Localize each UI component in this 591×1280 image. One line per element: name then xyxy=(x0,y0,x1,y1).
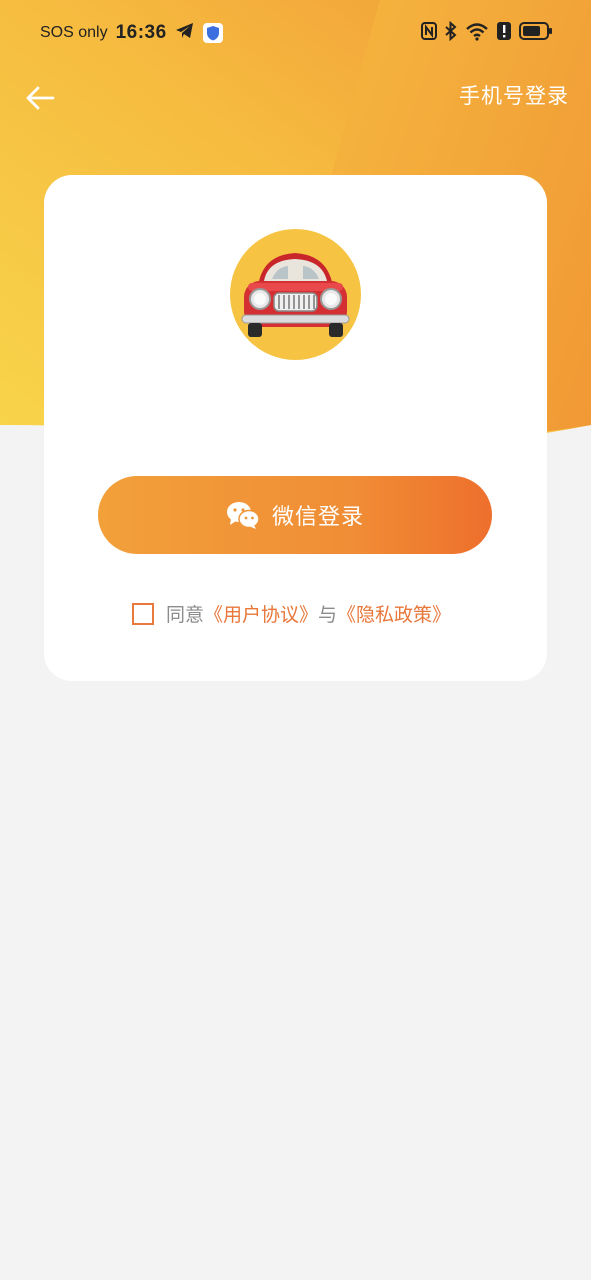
battery-icon xyxy=(519,22,553,44)
wechat-login-label: 微信登录 xyxy=(271,505,364,530)
carrier-text: SOS only xyxy=(40,24,108,41)
nfc-icon xyxy=(421,22,437,44)
agreement-row: 同意 《用户协议》 与 《隐私政策》 xyxy=(132,600,451,627)
status-bar: SOS only 16:36 xyxy=(0,0,591,66)
alert-icon xyxy=(497,22,511,44)
arrow-left-icon xyxy=(26,86,55,110)
status-right xyxy=(421,20,553,45)
agreement-prefix: 同意 xyxy=(166,604,205,626)
app-logo xyxy=(230,229,361,360)
back-button[interactable] xyxy=(22,80,58,116)
bluetooth-icon xyxy=(445,20,457,45)
clock: 16:36 xyxy=(115,22,167,43)
wechat-login-button[interactable]: 微信登录 xyxy=(98,476,492,554)
car-icon xyxy=(241,253,350,337)
privacy-policy-link[interactable]: 《隐私政策》 xyxy=(337,600,451,627)
shield-icon xyxy=(202,23,223,43)
agreement-conjunction: 与 xyxy=(318,604,338,626)
telegram-icon xyxy=(175,22,195,44)
login-card: 微信登录 同意 《用户协议》 与 《隐私政策》 xyxy=(44,175,547,681)
wechat-icon xyxy=(226,502,260,529)
wifi-icon xyxy=(465,21,489,45)
user-agreement-link[interactable]: 《用户协议》 xyxy=(204,600,318,627)
phone-login-link[interactable]: 手机号登录 xyxy=(459,80,569,110)
status-left: SOS only 16:36 xyxy=(40,22,223,44)
agreement-checkbox[interactable] xyxy=(132,602,154,625)
